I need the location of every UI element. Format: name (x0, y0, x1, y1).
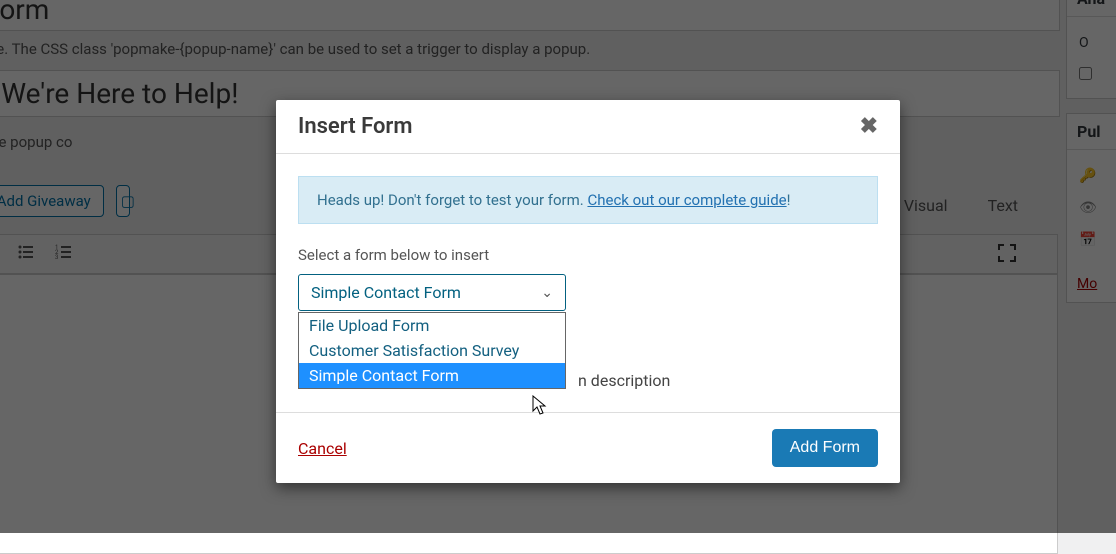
alert-prefix: Heads up! Don't forget to test your form… (317, 191, 587, 209)
alert-link-text: Check out our complete guide (587, 191, 786, 209)
chevron-down-icon: ⌄ (541, 285, 553, 301)
form-select-value: Simple Contact Form (311, 283, 461, 302)
form-option-file-upload[interactable]: File Upload Form (299, 313, 565, 338)
form-option-customer-survey[interactable]: Customer Satisfaction Survey (299, 338, 565, 363)
add-form-label: Add Form (790, 439, 860, 456)
mouse-cursor-icon (532, 395, 548, 417)
close-icon[interactable]: ✖ (860, 114, 878, 139)
alert-box: Heads up! Don't forget to test your form… (298, 176, 878, 224)
modal-title: Insert Form (298, 114, 412, 139)
form-option-label: File Upload Form (309, 316, 429, 335)
insert-form-modal: Insert Form ✖ Heads up! Don't forget to … (276, 100, 900, 483)
form-select-dropdown: File Upload Form Customer Satisfaction S… (298, 312, 566, 389)
cancel-link[interactable]: Cancel (298, 439, 347, 458)
cancel-label: Cancel (298, 439, 347, 458)
select-form-label: Select a form below to insert (298, 246, 878, 264)
alert-suffix: ! (787, 191, 791, 209)
form-option-simple-contact[interactable]: Simple Contact Form (299, 363, 565, 388)
form-option-label: Simple Contact Form (309, 366, 459, 385)
alert-guide-link[interactable]: Check out our complete guide (587, 191, 786, 209)
form-option-label: Customer Satisfaction Survey (309, 341, 519, 360)
form-description-text: n description (578, 371, 878, 390)
form-select[interactable]: Simple Contact Form ⌄ (298, 274, 566, 311)
add-form-button[interactable]: Add Form (772, 429, 878, 467)
